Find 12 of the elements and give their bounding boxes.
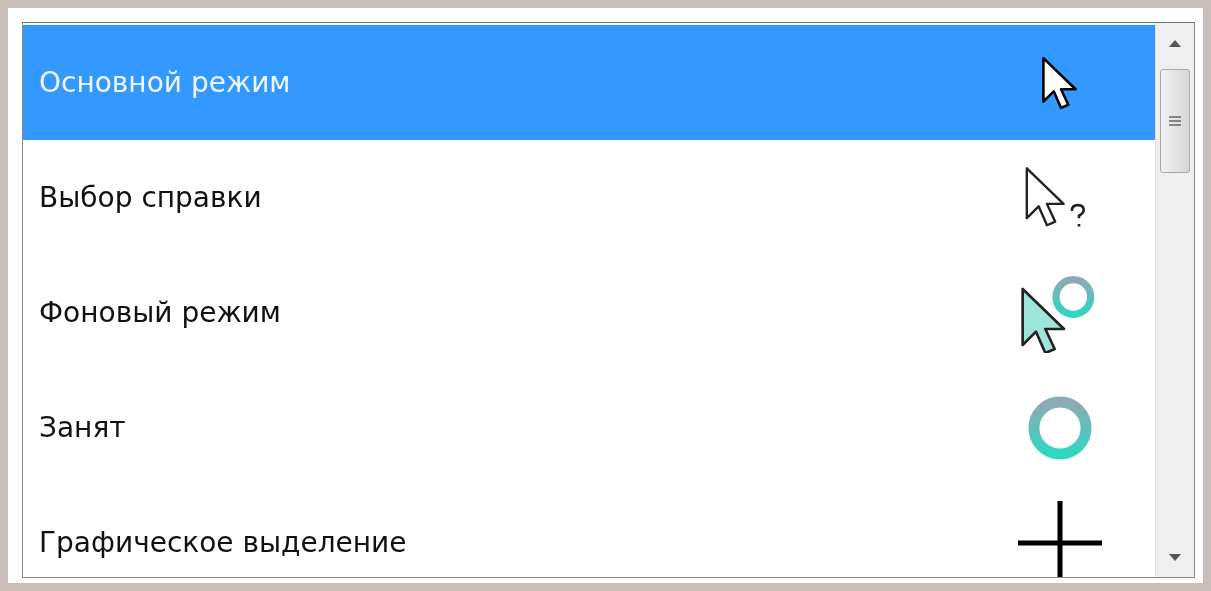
list-item[interactable]: Графическое выделение	[23, 485, 1155, 577]
grip-icon	[1169, 116, 1181, 126]
ring-icon	[1026, 393, 1094, 462]
list-item[interactable]: Фоновый режим	[23, 255, 1155, 370]
scrollbar[interactable]	[1155, 23, 1194, 577]
up-arrow-icon	[1169, 39, 1181, 47]
scroll-thumb[interactable]	[1160, 69, 1190, 173]
list-item[interactable]: Занят	[23, 370, 1155, 485]
list-item[interactable]: Выбор справки	[23, 140, 1155, 255]
crosshair-icon	[1018, 500, 1102, 577]
pointer-icon	[1040, 55, 1080, 110]
down-arrow-icon	[1169, 553, 1181, 561]
